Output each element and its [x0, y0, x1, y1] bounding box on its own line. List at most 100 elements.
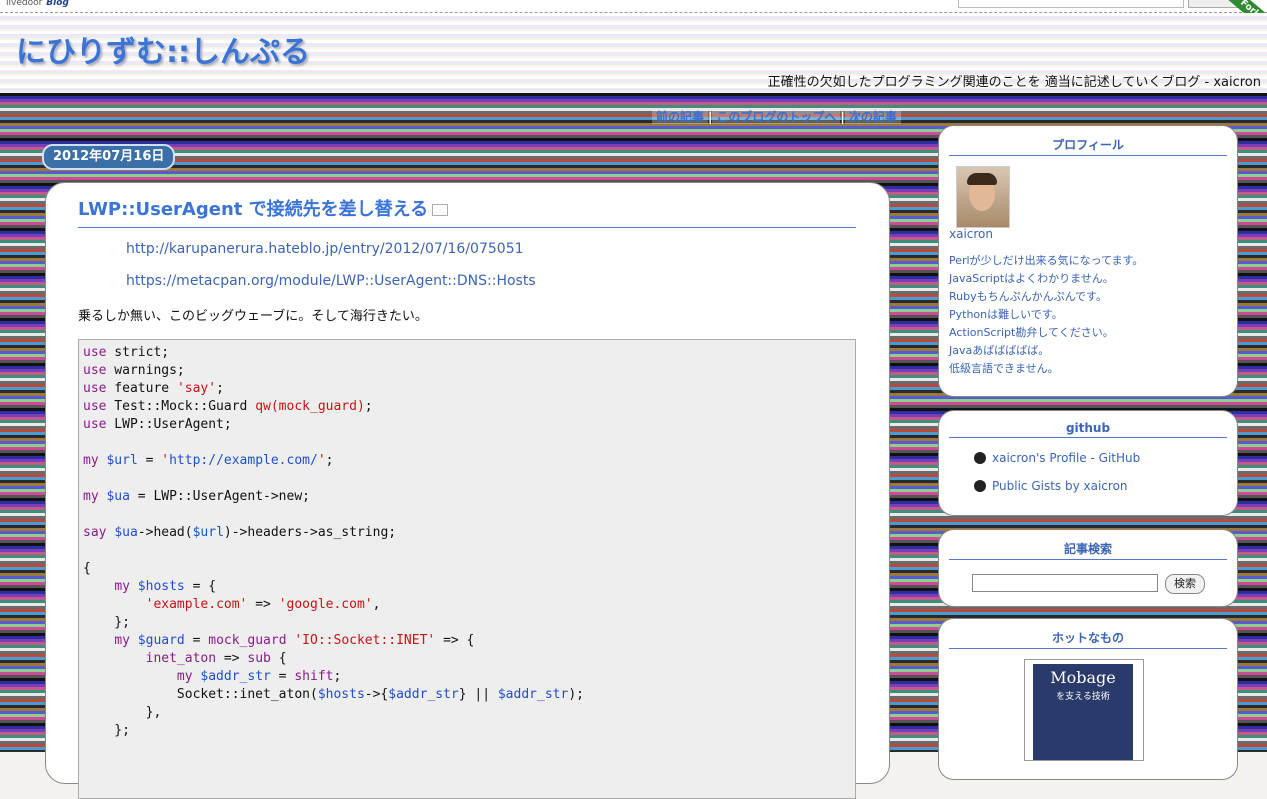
- code-token: use: [83, 417, 107, 432]
- code-token: http://example.com/: [169, 453, 318, 468]
- blog-header: にひりずむ::しんぷる 正確性の欠如したプログラミング関連のことを 適当に記述し…: [0, 13, 1267, 93]
- search-panel-title: 記事検索: [949, 540, 1227, 560]
- code-token: $url: [106, 453, 138, 468]
- avatar[interactable]: [956, 166, 1010, 228]
- code-line: my $ua = LWP::UserAgent->new;: [83, 488, 855, 506]
- code-token: ': [317, 453, 326, 468]
- code-token: };: [83, 723, 130, 738]
- code-line: {: [83, 560, 855, 578]
- code-line: };: [83, 722, 855, 740]
- search-panel: 記事検索 検索: [938, 529, 1238, 607]
- bookmark-icon[interactable]: [432, 204, 449, 216]
- profile-panel: プロフィール xaicron Perlが少しだけ出来る気になってます。 Java…: [938, 125, 1238, 397]
- code-token: {: [270, 651, 287, 666]
- blog-title[interactable]: にひりずむ::しんぷる: [16, 27, 310, 71]
- code-token: },: [83, 705, 162, 720]
- code-token: sub: [247, 651, 271, 666]
- code-token: = LWP::UserAgent->new;: [129, 489, 310, 504]
- github-icon: [974, 452, 986, 464]
- profile-line: JavaScriptはよくわかりません。: [949, 272, 1114, 285]
- code-token: =>: [216, 651, 248, 666]
- code-line: inet_aton => sub {: [83, 650, 855, 668]
- code-line: 'example.com' => 'google.com',: [83, 596, 855, 614]
- code-token: shift: [294, 669, 334, 684]
- code-token: $hosts: [137, 579, 185, 594]
- code-token: Test::Mock::Guard: [106, 399, 256, 414]
- code-line: my $addr_str = shift;: [83, 668, 855, 686]
- book-cover[interactable]: Mobage を支える技術: [1024, 659, 1144, 761]
- code-token: $ua: [114, 525, 138, 540]
- code-token: 'say': [176, 381, 217, 396]
- code-token: => {: [435, 633, 475, 648]
- profile-line: Rubyもちんぷんかんぷんです。: [949, 290, 1107, 303]
- code-token: use: [83, 363, 107, 378]
- next-article-link[interactable]: 次の記事: [844, 110, 901, 124]
- code-token: =: [270, 669, 295, 684]
- code-line: my $hosts = {: [83, 578, 855, 596]
- hot-panel: ホットなもの Mobage を支える技術: [938, 618, 1238, 780]
- github-panel: github xaicron's Profile - GitHub Public…: [938, 410, 1238, 516]
- github-icon: [974, 480, 986, 492]
- profile-description: Perlが少しだけ出来る気になってます。 JavaScriptはよくわかりません…: [949, 252, 1143, 378]
- code-token: ,: [372, 597, 381, 612]
- code-token: my: [83, 453, 99, 468]
- github-panel-title: github: [949, 421, 1227, 438]
- brand-prefix: livedoor: [6, 0, 43, 8]
- article-search-input[interactable]: [972, 574, 1158, 592]
- github-profile-link[interactable]: xaicron's Profile - GitHub: [974, 451, 1140, 465]
- code-line: use warnings;: [83, 362, 855, 380]
- code-token: =: [137, 453, 162, 468]
- code-token: ->{: [364, 687, 389, 702]
- code-token: ': [161, 453, 170, 468]
- brand-name: Blog: [46, 0, 69, 8]
- prev-article-link[interactable]: 前の記事: [652, 110, 709, 124]
- profile-name[interactable]: xaicron: [949, 227, 993, 241]
- github-gists-link[interactable]: Public Gists by xaicron: [974, 479, 1128, 493]
- code-token: $url: [192, 525, 224, 540]
- code-line: my $guard = mock_guard 'IO::Socket::INET…: [83, 632, 855, 650]
- code-token: say: [83, 525, 107, 540]
- github-link-label: xaicron's Profile - GitHub: [992, 451, 1141, 465]
- code-token: =: [184, 633, 209, 648]
- entry-link[interactable]: http://karupanerura.hateblo.jp/entry/201…: [126, 241, 524, 257]
- code-token: use: [83, 381, 107, 396]
- code-token: $guard: [137, 633, 185, 648]
- code-token: Socket::inet_aton(: [83, 687, 318, 702]
- hot-panel-title: ホットなもの: [949, 629, 1227, 649]
- entry-title: LWP::UserAgent で接続先を差し替える: [78, 195, 856, 228]
- code-token: use: [83, 399, 107, 414]
- code-token: ;: [333, 669, 342, 684]
- entry-link[interactable]: https://metacpan.org/module/LWP::UserAge…: [126, 273, 536, 289]
- code-token: ->head(: [137, 525, 193, 540]
- blog-top-link[interactable]: このブログのトップへ: [712, 110, 841, 124]
- code-token: $addr_str: [388, 687, 459, 702]
- code-token: inet_aton: [145, 651, 217, 666]
- code-token: {: [83, 561, 91, 576]
- code-token: = {: [184, 579, 217, 594]
- top-search-input[interactable]: [958, 0, 1184, 8]
- code-line: my $url = 'http://example.com/';: [83, 452, 855, 470]
- code-token: )->headers->as_string;: [223, 525, 397, 540]
- code-token: feature: [106, 381, 177, 396]
- entry-paragraph: 乗るしか無い、このビッグウェーブに。そして海行きたい。: [78, 309, 428, 324]
- code-token: 'google.com': [278, 597, 373, 612]
- code-block: use strict; use warnings; use feature 'say…: [78, 339, 856, 799]
- profile-line: Perlが少しだけ出来る気になってます。: [949, 254, 1144, 267]
- book-cover-image: Mobage を支える技術: [1033, 664, 1133, 760]
- article-search-button[interactable]: 検索: [1165, 574, 1205, 594]
- livedoor-logo[interactable]: livedoor Blog: [6, 0, 69, 8]
- livedoor-top-bar: livedoor Blog: [0, 0, 1267, 13]
- code-token: =>: [247, 597, 279, 612]
- code-token: mock_guard: [208, 633, 287, 648]
- code-line: use Test::Mock::Guard qw(mock_guard);: [83, 398, 855, 416]
- entry-title-link[interactable]: LWP::UserAgent で接続先を差し替える: [78, 199, 428, 220]
- code-line: },: [83, 704, 855, 722]
- code-token: } ||: [458, 687, 498, 702]
- code-token: 'IO::Socket::INET': [294, 633, 436, 648]
